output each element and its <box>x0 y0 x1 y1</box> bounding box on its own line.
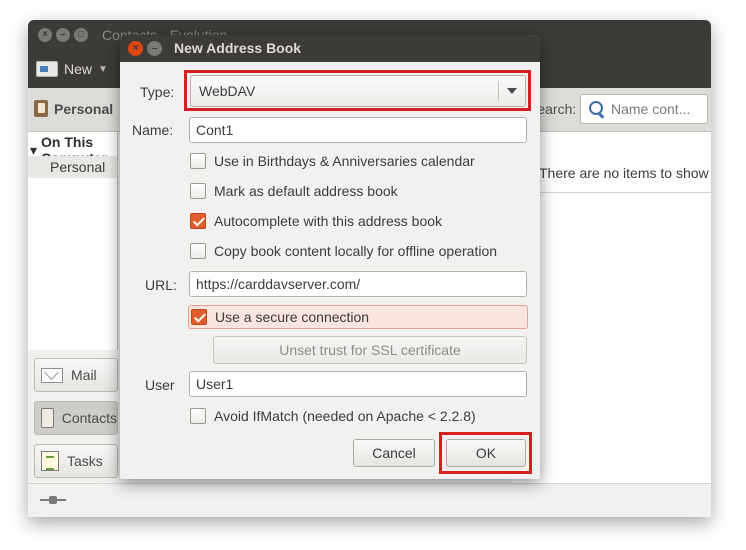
default-book-checkbox[interactable] <box>190 183 206 199</box>
ifmatch-checkbox-row[interactable]: Avoid IfMatch (needed on Apache < 2.2.8) <box>190 404 476 428</box>
tasks-icon <box>41 451 59 471</box>
online-status-icon[interactable] <box>40 496 66 504</box>
close-icon[interactable]: × <box>38 28 52 42</box>
addressbook-tree: ▾ On This Computer Personal <box>28 132 118 350</box>
cancel-button[interactable]: Cancel <box>353 439 435 467</box>
secure-connection-checkbox[interactable] <box>191 309 207 325</box>
mail-icon <box>41 367 63 383</box>
unset-trust-button[interactable]: Unset trust for SSL certificate <box>213 336 527 364</box>
addressbook-header: Personal <box>34 100 113 117</box>
contact-preview <box>511 192 711 492</box>
search-placeholder: Name cont... <box>611 101 691 117</box>
secure-connection-checkbox-label: Use a secure connection <box>215 309 370 325</box>
empty-message: There are no items to show in this view. <box>539 165 711 181</box>
contacts-icon <box>41 408 54 428</box>
type-label: Type: <box>140 84 175 100</box>
contact-list: There are no items to show in this view. <box>511 132 711 192</box>
birthdays-checkbox-row[interactable]: Use in Birthdays & Anniversaries calenda… <box>190 149 475 173</box>
birthdays-checkbox-label: Use in Birthdays & Anniversaries calenda… <box>214 153 475 169</box>
switcher-mail-button[interactable]: Mail <box>34 358 118 392</box>
name-label: Name: <box>132 122 174 138</box>
url-label: URL: <box>145 277 177 293</box>
switcher-contacts-button[interactable]: Contacts <box>34 401 118 435</box>
minimize-icon[interactable]: – <box>56 28 70 42</box>
offline-checkbox-row[interactable]: Copy book content locally for offline op… <box>190 239 497 263</box>
type-value: WebDAV <box>199 83 256 99</box>
chevron-down-icon[interactable] <box>507 88 517 94</box>
default-book-checkbox-row[interactable]: Mark as default address book <box>190 179 398 203</box>
dialog-title: New Address Book <box>174 40 302 56</box>
tree-item-personal[interactable]: Personal <box>28 156 117 178</box>
birthdays-checkbox[interactable] <box>190 153 206 169</box>
secure-connection-checkbox-row[interactable]: Use a secure connection <box>188 305 528 329</box>
address-book-icon <box>34 100 48 117</box>
maximize-icon[interactable]: □ <box>74 28 88 42</box>
search-icon <box>589 101 605 117</box>
combo-separator <box>498 81 499 101</box>
status-bar <box>28 483 711 517</box>
minimize-icon[interactable]: – <box>147 41 162 56</box>
url-field[interactable]: https://carddavserver.com/ <box>189 271 527 297</box>
user-label: User <box>145 377 175 393</box>
autocomplete-checkbox[interactable] <box>190 213 206 229</box>
search-input[interactable]: Name cont... <box>580 94 708 124</box>
name-field[interactable]: Cont1 <box>189 117 527 143</box>
new-contact-button[interactable]: New ▼ <box>36 57 108 81</box>
user-field[interactable]: User1 <box>189 371 527 397</box>
new-card-icon <box>36 61 58 77</box>
header-title: Personal <box>54 100 114 117</box>
new-address-book-dialog: × – New Address Book Type: WebDAV Name: … <box>120 35 540 479</box>
close-icon[interactable]: × <box>128 41 143 56</box>
autocomplete-checkbox-row[interactable]: Autocomplete with this address book <box>190 209 442 233</box>
ifmatch-checkbox-label: Avoid IfMatch (needed on Apache < 2.2.8) <box>214 408 476 424</box>
ifmatch-checkbox[interactable] <box>190 408 206 424</box>
switcher-tasks-button[interactable]: Tasks <box>34 444 118 478</box>
new-button-label: New <box>64 61 93 77</box>
offline-checkbox-label: Copy book content locally for offline op… <box>214 243 498 259</box>
default-book-checkbox-label: Mark as default address book <box>214 183 398 199</box>
dialog-titlebar: × – New Address Book <box>120 35 540 62</box>
offline-checkbox[interactable] <box>190 243 206 259</box>
chevron-down-icon[interactable]: ▼ <box>98 64 108 75</box>
autocomplete-checkbox-label: Autocomplete with this address book <box>214 213 443 229</box>
type-select[interactable]: WebDAV <box>190 75 526 107</box>
ok-button[interactable]: OK <box>446 439 526 467</box>
